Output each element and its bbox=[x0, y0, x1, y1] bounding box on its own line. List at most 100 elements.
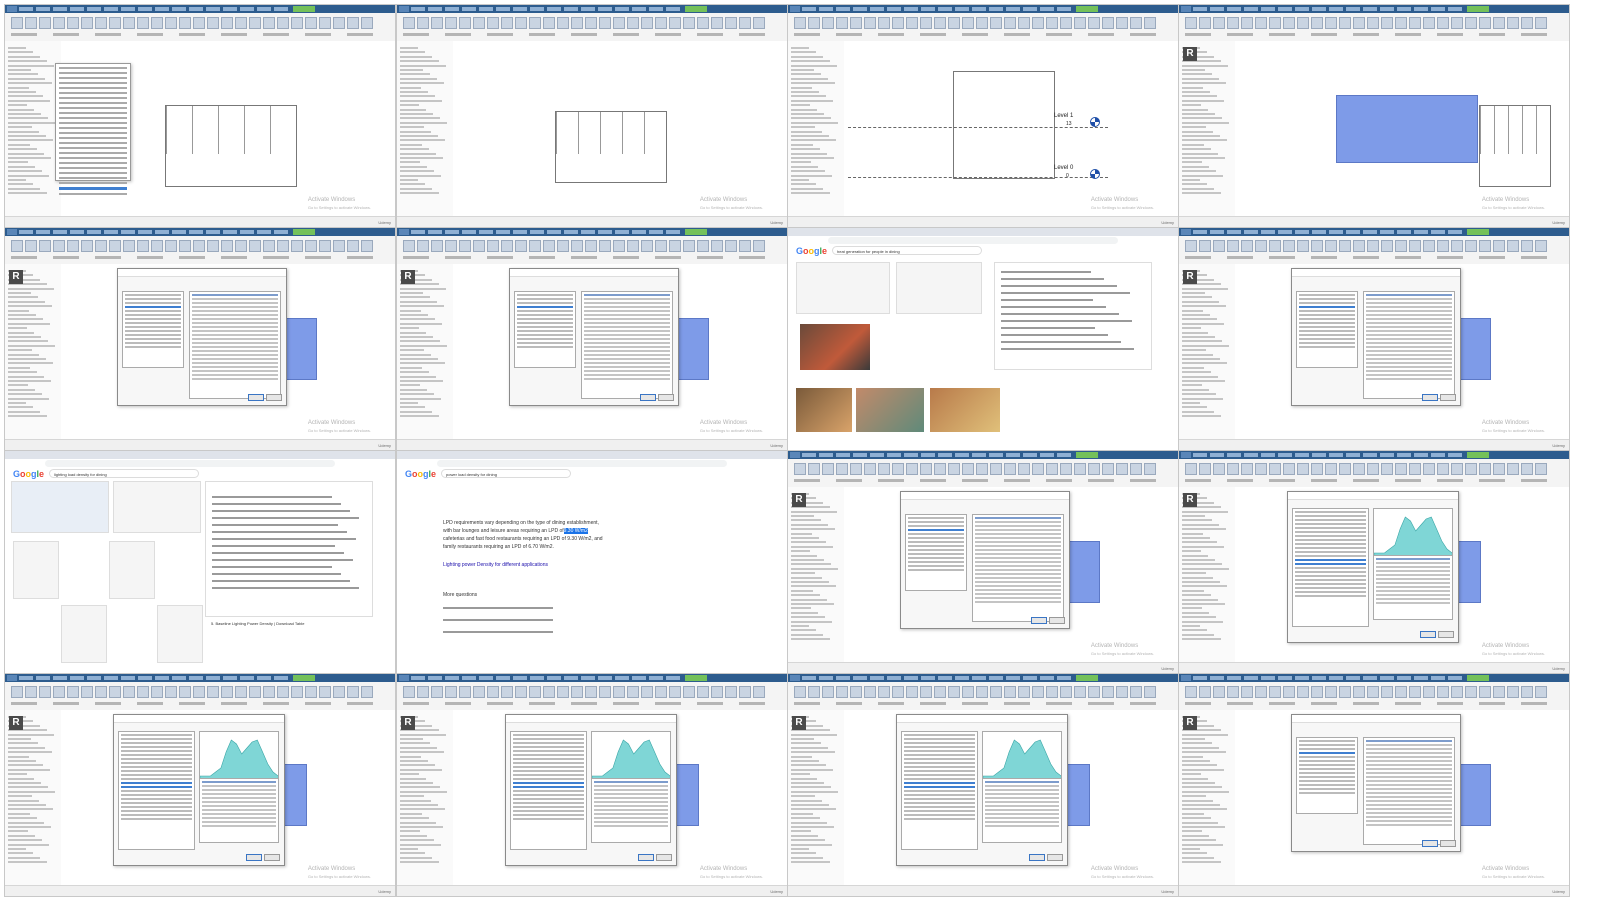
ribbon-tool-icon[interactable] bbox=[822, 17, 834, 29]
ribbon-tool-icon[interactable] bbox=[501, 240, 513, 252]
ribbon-tool-icon[interactable] bbox=[1493, 463, 1505, 475]
space-type-item[interactable] bbox=[517, 310, 574, 312]
ribbon-tool-icon[interactable] bbox=[249, 17, 261, 29]
parameter-row[interactable] bbox=[583, 362, 671, 364]
ribbon-tool-icon[interactable] bbox=[1227, 686, 1239, 698]
parameter-row[interactable] bbox=[974, 549, 1062, 551]
ribbon-tool-icon[interactable] bbox=[207, 686, 219, 698]
ribbon-tool-icon[interactable] bbox=[655, 686, 667, 698]
space-type-item[interactable] bbox=[1299, 748, 1356, 750]
ribbon-tool-icon[interactable] bbox=[1283, 240, 1295, 252]
parameter-row[interactable] bbox=[191, 370, 279, 372]
ribbon-tab[interactable] bbox=[989, 7, 1003, 11]
ribbon-tool-icon[interactable] bbox=[1018, 463, 1030, 475]
ribbon-tool-icon[interactable] bbox=[361, 686, 373, 698]
schedule-item[interactable] bbox=[1295, 539, 1366, 541]
ribbon-tool-icon[interactable] bbox=[1255, 463, 1267, 475]
ribbon-tool-icon[interactable] bbox=[487, 686, 499, 698]
ribbon-tool-icon[interactable] bbox=[1241, 463, 1253, 475]
space-type-item[interactable] bbox=[1299, 310, 1356, 312]
parameter-row[interactable] bbox=[974, 541, 1062, 543]
ribbon-tool-icon[interactable] bbox=[1507, 240, 1519, 252]
ribbon-tab[interactable] bbox=[462, 230, 476, 234]
ribbon-tool-icon[interactable] bbox=[1241, 17, 1253, 29]
parameter-row[interactable] bbox=[191, 306, 279, 308]
ribbon-tool-icon[interactable] bbox=[864, 463, 876, 475]
ribbon-tab[interactable] bbox=[87, 676, 101, 680]
ribbon-tab[interactable] bbox=[921, 453, 935, 457]
ribbon-tab[interactable] bbox=[1312, 230, 1326, 234]
ribbon-tool-icon[interactable] bbox=[1479, 463, 1491, 475]
parameter-row[interactable] bbox=[1365, 784, 1453, 786]
ribbon-tab[interactable] bbox=[138, 676, 152, 680]
ribbon-tool-icon[interactable] bbox=[67, 240, 79, 252]
modify-tab-highlight[interactable] bbox=[1467, 452, 1489, 458]
ribbon-tool-icon[interactable] bbox=[529, 686, 541, 698]
ribbon-tool-icon[interactable] bbox=[1507, 686, 1519, 698]
ribbon-tab[interactable] bbox=[1261, 453, 1275, 457]
ribbon-tool-icon[interactable] bbox=[1018, 17, 1030, 29]
ribbon-tab[interactable] bbox=[19, 7, 33, 11]
ribbon-tool-icon[interactable] bbox=[1116, 686, 1128, 698]
space-type-item[interactable] bbox=[517, 342, 574, 344]
ribbon-tool-icon[interactable] bbox=[333, 686, 345, 698]
schedule-item[interactable] bbox=[904, 818, 975, 820]
space-type-item[interactable] bbox=[517, 346, 574, 348]
ribbon-tool-icon[interactable] bbox=[1297, 240, 1309, 252]
space-type-item[interactable] bbox=[908, 533, 965, 535]
parameter-row[interactable] bbox=[1365, 306, 1453, 308]
ribbon-tool-icon[interactable] bbox=[892, 686, 904, 698]
ok-button[interactable] bbox=[1031, 617, 1047, 624]
parameter-row[interactable] bbox=[1365, 756, 1453, 758]
space-type-item[interactable] bbox=[908, 561, 965, 563]
parameter-row[interactable] bbox=[1365, 342, 1453, 344]
ribbon-tool-icon[interactable] bbox=[1437, 17, 1449, 29]
ribbon-tool-icon[interactable] bbox=[1367, 686, 1379, 698]
ribbon-tab[interactable] bbox=[887, 453, 901, 457]
parameter-row[interactable] bbox=[191, 310, 279, 312]
parameter-row[interactable] bbox=[583, 322, 671, 324]
ribbon-tab[interactable] bbox=[666, 230, 680, 234]
ribbon-tab[interactable] bbox=[938, 676, 952, 680]
ribbon-tool-icon[interactable] bbox=[1353, 17, 1365, 29]
ribbon-tab[interactable] bbox=[530, 676, 544, 680]
schedule-item[interactable] bbox=[904, 782, 975, 784]
context-menu-item[interactable] bbox=[59, 177, 127, 179]
ribbon-tab[interactable] bbox=[1261, 7, 1275, 11]
result-table-image[interactable] bbox=[13, 541, 59, 599]
ribbon-tool-icon[interactable] bbox=[1004, 686, 1016, 698]
ribbon-tab[interactable] bbox=[121, 7, 135, 11]
parameter-row[interactable] bbox=[583, 378, 671, 380]
ribbon-tool-icon[interactable] bbox=[599, 240, 611, 252]
ribbon-tab[interactable] bbox=[598, 7, 612, 11]
ribbon-tab[interactable] bbox=[1040, 453, 1054, 457]
schedule-item[interactable] bbox=[1295, 527, 1366, 529]
ribbon-tool-icon[interactable] bbox=[1451, 240, 1463, 252]
space-type-item[interactable] bbox=[517, 338, 574, 340]
ribbon-tab[interactable] bbox=[870, 7, 884, 11]
schedule-item[interactable] bbox=[1295, 515, 1366, 517]
ribbon-tool-icon[interactable] bbox=[962, 463, 974, 475]
schedule-item[interactable] bbox=[1295, 595, 1366, 597]
schedule-item[interactable] bbox=[513, 802, 584, 804]
ribbon-tool-icon[interactable] bbox=[585, 240, 597, 252]
ribbon-tool-icon[interactable] bbox=[221, 17, 233, 29]
space-type-item[interactable] bbox=[908, 565, 965, 567]
ribbon-tool-icon[interactable] bbox=[165, 686, 177, 698]
ribbon-tab[interactable] bbox=[1244, 453, 1258, 457]
cancel-button[interactable] bbox=[658, 394, 674, 401]
schedule-item[interactable] bbox=[513, 738, 584, 740]
ribbon-tool-icon[interactable] bbox=[165, 240, 177, 252]
ribbon-tool-icon[interactable] bbox=[529, 17, 541, 29]
ribbon-tool-icon[interactable] bbox=[1395, 240, 1407, 252]
thumbnail-revit-schedule[interactable]: R Activate Windows Go to Settings to activ… bbox=[396, 673, 788, 897]
ribbon-tab[interactable] bbox=[1363, 230, 1377, 234]
space-type-item[interactable] bbox=[125, 330, 182, 332]
ribbon-tool-icon[interactable] bbox=[1311, 686, 1323, 698]
search-input[interactable]: lighting load density for dining bbox=[49, 469, 199, 478]
ribbon-tool-icon[interactable] bbox=[291, 17, 303, 29]
ribbon-tab[interactable] bbox=[36, 676, 50, 680]
ribbon-tool-icon[interactable] bbox=[794, 686, 806, 698]
schedule-item[interactable] bbox=[904, 810, 975, 812]
parameter-row[interactable] bbox=[1365, 374, 1453, 376]
